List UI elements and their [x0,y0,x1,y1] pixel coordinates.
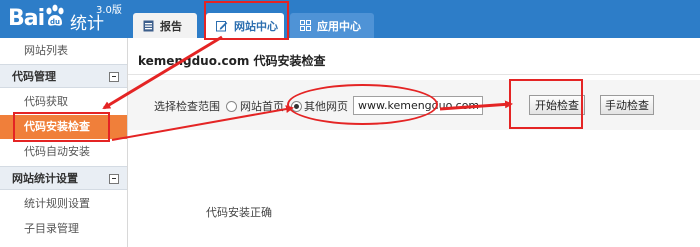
collapse-icon[interactable] [109,174,119,184]
sidebar-item-label: 统计规则设置 [24,197,90,210]
sidebar-item-code-get[interactable]: 代码获取 [0,90,127,114]
sidebar-item-label: 网站列表 [24,44,68,57]
sidebar-item-subdirectory[interactable]: 子目录管理 [0,217,127,241]
logo-text: Bai [8,6,45,31]
paw-icon: du [46,4,64,26]
sidebar-group-code-management[interactable]: 代码管理 [0,64,127,88]
tab-app-center-label: 应用中心 [317,19,361,33]
sidebar-item-stats-rules[interactable]: 统计规则设置 [0,192,127,216]
tab-report[interactable]: 报告 [133,13,197,38]
top-bar: Bai du 统计 3.0版 报告 网站中心 应用中心 [0,0,700,38]
annotation-box-install-check [13,112,110,142]
grid-icon [300,20,311,31]
sidebar-item-label: 代码获取 [24,95,68,108]
sidebar-item-code-auto-install[interactable]: 代码自动安装 [0,140,127,164]
radio-home-page[interactable] [226,101,237,112]
sidebar-group-label: 代码管理 [12,70,56,83]
manual-check-button[interactable]: 手动检查 [600,95,654,115]
svg-text:du: du [50,18,60,26]
scope-label: 选择检查范围 [154,100,220,113]
tab-app-center[interactable]: 应用中心 [290,13,374,38]
logo-version: 3.0版 [96,5,122,16]
sidebar-group-stats-settings[interactable]: 网站统计设置 [0,166,127,190]
sidebar-group-label: 网站统计设置 [12,172,78,185]
baidu-tongji-logo[interactable]: Bai du 统计 3.0版 [0,0,128,38]
radio-home-label: 网站首页 [240,100,284,113]
page-title: kemengduo.com 代码安装检查 [138,54,326,68]
report-icon [143,20,154,31]
annotation-box-start-button [509,79,583,129]
result-message: 代码安装正确 [206,206,272,219]
annotation-box-site-tab [204,1,289,40]
sidebar-item-label: 代码自动安装 [24,145,90,158]
sidebar-item-label: 子目录管理 [24,222,79,235]
divider [128,74,700,75]
tab-report-label: 报告 [160,19,182,33]
sidebar-item-site-list[interactable]: 网站列表 [0,39,127,63]
collapse-icon[interactable] [109,72,119,82]
annotation-ellipse-url [287,84,438,125]
sidebar: 网站列表 代码管理 代码获取 代码安装检查 代码自动安装 网站统计设置 统计规则… [0,38,128,247]
